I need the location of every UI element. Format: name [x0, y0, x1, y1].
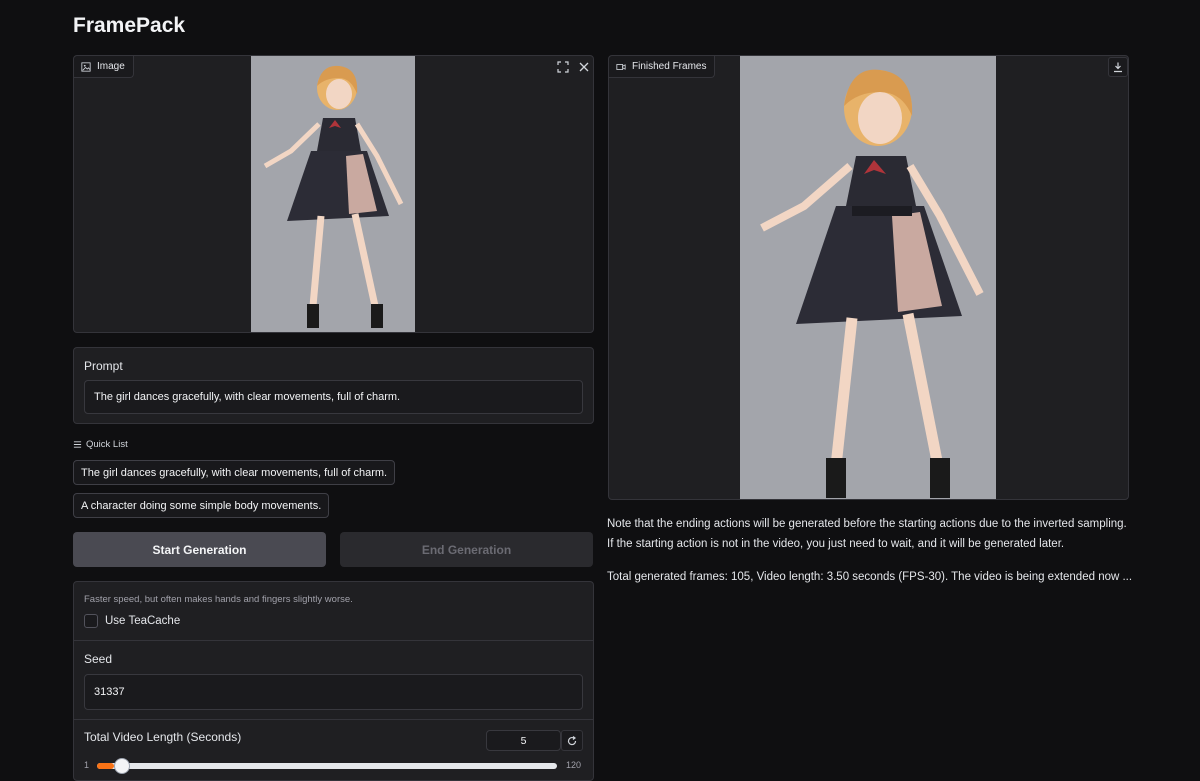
teacache-row[interactable]: Use TeaCache	[84, 614, 180, 628]
prompt-label: Prompt	[84, 359, 123, 373]
prompt-panel: Prompt The girl dances gracefully, with …	[73, 347, 594, 424]
video-length-input[interactable]: 5	[486, 730, 561, 751]
quick-list-label: Quick List	[73, 439, 128, 450]
download-icon	[1114, 62, 1122, 73]
reset-icon	[567, 735, 577, 745]
fullscreen-icon	[557, 61, 569, 73]
slider-thumb[interactable]	[114, 758, 130, 774]
fullscreen-button[interactable]	[553, 57, 573, 77]
slider-min-label: 1	[84, 760, 90, 770]
image-icon	[81, 61, 91, 72]
settings-panel: Faster speed, but often makes hands and …	[73, 581, 594, 781]
slider-max-label: 120	[566, 760, 582, 770]
finished-frames-tag: Finished Frames	[609, 56, 716, 78]
divider	[74, 640, 593, 641]
app-title: FramePack	[73, 14, 186, 37]
slider-fill	[97, 763, 114, 769]
reset-button[interactable]	[561, 730, 583, 751]
download-button[interactable]	[1108, 57, 1128, 77]
image-panel-label: Image	[97, 61, 125, 72]
video-length-label: Total Video Length (Seconds)	[84, 730, 242, 744]
video-length-value: 5	[520, 734, 527, 747]
progress-status: Total generated frames: 105, Video lengt…	[607, 571, 1133, 583]
video-length-slider[interactable]	[97, 758, 557, 774]
seed-label: Seed	[84, 652, 113, 666]
image-panel-tag: Image	[74, 56, 134, 78]
end-generation-button[interactable]: End Generation	[340, 532, 593, 567]
seed-input[interactable]: 31337	[84, 674, 583, 710]
prompt-input[interactable]: The girl dances gracefully, with clear m…	[84, 380, 583, 414]
list-icon	[73, 441, 82, 448]
note-line-1: Note that the ending actions will be gen…	[607, 518, 1127, 530]
clear-image-button[interactable]	[574, 57, 594, 77]
teacache-checkbox[interactable]	[84, 614, 98, 628]
close-icon	[579, 62, 589, 72]
image-upload-panel[interactable]: Image	[73, 55, 594, 333]
quick-list-item[interactable]: The girl dances gracefully, with clear m…	[73, 460, 396, 485]
teacache-label: Use TeaCache	[105, 615, 181, 627]
quick-list-item[interactable]: A character doing some simple body movem…	[73, 493, 330, 518]
video-icon	[616, 63, 626, 70]
quick-list-title: Quick List	[86, 439, 128, 450]
finished-frames-label: Finished Frames	[632, 61, 707, 72]
input-image	[251, 56, 415, 332]
note-line-2: If the starting action is not in the vid…	[607, 538, 1065, 550]
teacache-hint: Faster speed, but often makes hands and …	[84, 594, 353, 605]
finished-frames-panel: Finished Frames	[608, 55, 1129, 500]
start-generation-button[interactable]: Start Generation	[73, 532, 326, 567]
output-video-frame	[740, 56, 996, 499]
divider	[74, 719, 593, 720]
